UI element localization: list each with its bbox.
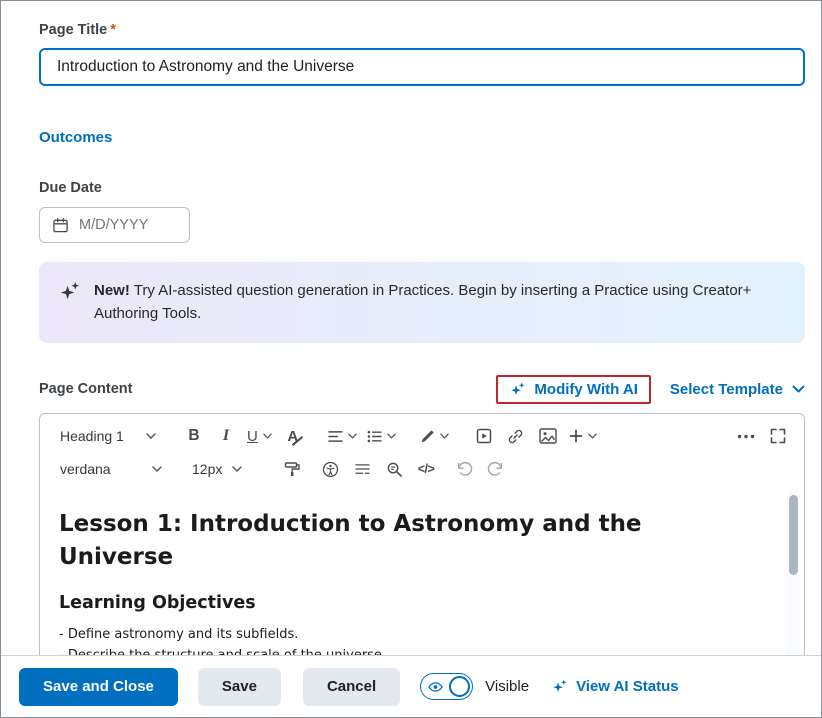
document-heading1: Lesson 1: Introduction to Astronomy and …	[59, 508, 699, 575]
page-content-label: Page Content	[39, 381, 132, 397]
due-date-label: Due Date	[39, 180, 805, 196]
font-size-value: 12px	[192, 461, 223, 477]
preview-button[interactable]	[378, 454, 410, 484]
chevron-down-icon	[232, 466, 242, 472]
insert-image-button[interactable]	[532, 421, 564, 451]
list-dropdown[interactable]	[362, 421, 401, 451]
align-left-icon	[328, 430, 343, 443]
select-template-dropdown[interactable]: Select Template	[670, 381, 805, 398]
redo-button[interactable]	[480, 454, 512, 484]
required-asterisk: *	[110, 22, 116, 38]
chevron-down-icon	[152, 466, 162, 472]
scrollbar-thumb[interactable]	[789, 495, 798, 575]
toggle-knob	[449, 676, 470, 697]
calendar-icon	[52, 217, 69, 234]
accessibility-checker-button[interactable]	[314, 454, 346, 484]
banner-badge: New!	[94, 282, 130, 299]
bold-button[interactable]: B	[178, 421, 210, 451]
accessibility-icon	[322, 461, 339, 478]
insert-stuff-icon	[476, 428, 492, 444]
format-painter-button[interactable]	[276, 454, 308, 484]
view-ai-status-label: View AI Status	[576, 678, 679, 695]
source-code-button[interactable]: </>	[410, 454, 442, 484]
format-painter-icon	[284, 461, 300, 477]
equation-dropdown[interactable]	[415, 421, 454, 451]
ai-sparkle-icon	[551, 678, 568, 695]
word-count-icon	[355, 463, 370, 476]
visible-label: Visible	[485, 678, 529, 695]
insert-quicklink-button[interactable]	[500, 421, 532, 451]
redo-icon	[487, 461, 505, 477]
page-title-input[interactable]	[39, 48, 805, 86]
word-count-button[interactable]	[346, 454, 378, 484]
page-title-label-text: Page Title	[39, 22, 107, 38]
save-and-close-button[interactable]: Save and Close	[19, 668, 178, 706]
link-icon	[507, 428, 524, 445]
banner-message: Try AI-assisted question generation in P…	[94, 282, 751, 322]
equation-pen-icon	[420, 429, 435, 444]
chevron-down-icon	[387, 433, 396, 439]
insert-more-dropdown[interactable]	[564, 421, 602, 451]
font-family-value: verdana	[60, 461, 143, 477]
chevron-down-icon	[440, 433, 449, 439]
image-icon	[539, 428, 557, 444]
select-template-label: Select Template	[670, 381, 783, 398]
font-color-button[interactable]: A	[277, 421, 309, 451]
paragraph-format-value: Heading 1	[60, 428, 137, 444]
bullet-list-icon	[367, 430, 382, 443]
chevron-down-icon	[348, 433, 357, 439]
eye-icon	[428, 681, 443, 693]
alignment-dropdown[interactable]	[323, 421, 362, 451]
chevron-down-icon	[263, 433, 272, 439]
modify-with-ai-label: Modify With AI	[534, 381, 637, 398]
page-title-label: Page Title*	[39, 22, 805, 38]
insert-stuff-button[interactable]	[468, 421, 500, 451]
underline-dropdown[interactable]: U	[242, 421, 277, 451]
document-list-item: - Define astronomy and its subfields.	[59, 627, 764, 644]
fullscreen-icon	[770, 428, 786, 444]
modify-with-ai-button[interactable]: Modify With AI	[496, 375, 650, 404]
chevron-down-icon	[588, 433, 597, 439]
font-size-dropdown[interactable]: 12px	[184, 454, 250, 484]
editor-toolbar: Heading 1 B I U A	[40, 414, 804, 486]
chevron-down-icon	[146, 433, 156, 439]
italic-button[interactable]: I	[210, 421, 242, 451]
chevron-down-icon	[792, 385, 805, 393]
undo-button[interactable]	[448, 454, 480, 484]
outcomes-link[interactable]: Outcomes	[39, 129, 112, 146]
ai-sparkle-icon	[509, 381, 526, 398]
cancel-button[interactable]: Cancel	[303, 668, 400, 706]
plus-icon	[569, 429, 583, 443]
ai-sparkle-icon	[58, 280, 81, 308]
save-button[interactable]: Save	[198, 668, 281, 706]
ellipsis-icon	[737, 434, 755, 439]
bold-icon: B	[188, 427, 199, 445]
italic-icon: I	[223, 427, 229, 445]
due-date-input[interactable]: M/D/YYYY	[39, 207, 190, 243]
action-footer: Save and Close Save Cancel Visible View …	[1, 655, 821, 717]
undo-icon	[455, 461, 473, 477]
underline-icon: U	[247, 428, 258, 445]
toolbar-overflow-button[interactable]	[730, 421, 762, 451]
font-color-icon: A	[287, 428, 298, 445]
fullscreen-button[interactable]	[762, 421, 794, 451]
source-code-icon: </>	[418, 462, 435, 476]
paragraph-format-dropdown[interactable]: Heading 1	[52, 421, 164, 451]
ai-announcement-banner: New! Try AI-assisted question generation…	[39, 262, 805, 343]
banner-text: New! Try AI-assisted question generation…	[94, 279, 779, 326]
visibility-toggle[interactable]	[420, 673, 473, 700]
font-family-dropdown[interactable]: verdana	[52, 454, 170, 484]
document-heading2: Learning Objectives	[59, 593, 764, 613]
content-editor-page: Page Title* Outcomes Due Date M/D/YYYY N…	[0, 0, 822, 718]
view-ai-status-link[interactable]: View AI Status	[551, 678, 679, 695]
preview-magnifier-icon	[386, 461, 403, 478]
due-date-placeholder: M/D/YYYY	[79, 217, 148, 233]
